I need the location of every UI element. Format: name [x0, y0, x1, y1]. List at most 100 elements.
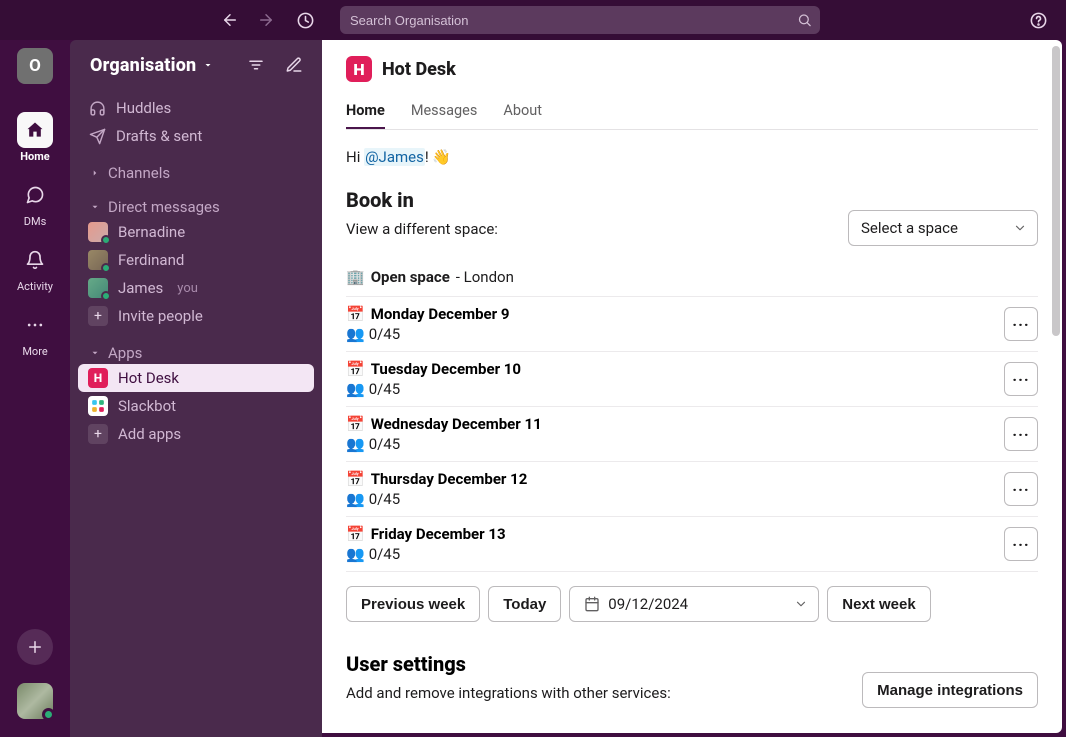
filter-button[interactable] [240, 49, 272, 81]
arrow-right-icon [257, 11, 275, 29]
more-horizontal-icon: ··· [1012, 370, 1029, 389]
calendar-icon: 📅 [346, 305, 365, 323]
search-input[interactable] [340, 6, 820, 34]
workspace-name[interactable]: Organisation [90, 55, 196, 76]
section-label: Apps [108, 344, 142, 362]
avatar [88, 278, 108, 298]
scrollbar-thumb[interactable] [1052, 46, 1060, 336]
dm-name: James [118, 279, 163, 297]
date-value: 09/12/2024 [608, 595, 688, 613]
day-row: 📅Wednesday December 11 👥0/45 ··· [346, 407, 1038, 462]
section-label: Direct messages [108, 198, 220, 216]
manage-integrations-button[interactable]: Manage integrations [862, 672, 1038, 708]
day-label: Friday December 13 [371, 525, 506, 543]
invite-people[interactable]: + Invite people [78, 302, 314, 330]
space-select[interactable]: Select a space [848, 210, 1038, 246]
add-apps[interactable]: + Add apps [78, 420, 314, 448]
dm-item[interactable]: Ferdinand [78, 246, 314, 274]
history-button[interactable] [292, 7, 318, 33]
scrollbar[interactable] [1050, 40, 1062, 733]
help-icon [1029, 11, 1048, 30]
people-icon: 👥 [346, 380, 365, 398]
day-count: 0/45 [369, 325, 400, 343]
day-list: 📅Monday December 9 👥0/45 ··· 📅Tuesday De… [346, 297, 1038, 572]
sidebar-item-drafts[interactable]: Drafts & sent [78, 122, 314, 150]
more-horizontal-icon: ··· [1012, 535, 1029, 554]
dm-item[interactable]: Bernadine [78, 218, 314, 246]
previous-week-button[interactable]: Previous week [346, 586, 480, 622]
day-actions-button[interactable]: ··· [1004, 527, 1038, 561]
day-count: 0/45 [369, 435, 400, 453]
hot-desk-app-icon: H [346, 56, 372, 82]
presence-indicator-icon [101, 263, 111, 273]
main-panel: H Hot Desk Home Messages About Hi @James… [322, 40, 1062, 733]
nav-forward-button[interactable] [254, 8, 278, 32]
greeting-suffix: ! 👋 [425, 148, 451, 166]
people-icon: 👥 [346, 545, 365, 563]
rail-item-dms[interactable]: DMs [5, 173, 65, 234]
next-week-button[interactable]: Next week [827, 586, 930, 622]
day-actions-button[interactable]: ··· [1004, 472, 1038, 506]
compose-icon [285, 56, 303, 74]
day-actions-button[interactable]: ··· [1004, 307, 1038, 341]
date-picker[interactable]: 09/12/2024 [569, 586, 819, 622]
chat-icon [25, 185, 45, 205]
calendar-icon: 📅 [346, 470, 365, 488]
more-horizontal-icon: ··· [1012, 425, 1029, 444]
workspace-rail: O Home DMs Activity More [0, 40, 70, 737]
rail-item-label: Activity [17, 280, 53, 293]
today-button[interactable]: Today [488, 586, 561, 622]
select-value: Select a space [861, 219, 958, 237]
space-line: 🏢 Open space - London [346, 268, 1038, 297]
sidebar-item-label: Add apps [118, 425, 181, 443]
sidebar-item-label: Drafts & sent [116, 127, 202, 145]
calendar-outline-icon [584, 596, 600, 612]
rail-item-label: More [22, 345, 47, 358]
rail-item-label: Home [20, 150, 49, 163]
app-item-slackbot[interactable]: Slackbot [78, 392, 314, 420]
search-icon [797, 13, 812, 28]
create-new-button[interactable] [17, 629, 53, 665]
chevron-down-icon [1013, 221, 1027, 235]
day-count: 0/45 [369, 545, 400, 563]
avatar [88, 250, 108, 270]
calendar-icon: 📅 [346, 360, 365, 378]
app-title: Hot Desk [382, 59, 456, 80]
day-label: Wednesday December 11 [371, 415, 542, 433]
compose-button[interactable] [278, 49, 310, 81]
workspace-switcher[interactable]: O [17, 48, 53, 84]
building-icon: 🏢 [346, 268, 365, 286]
day-row: 📅Monday December 9 👥0/45 ··· [346, 297, 1038, 352]
rail-item-more[interactable]: More [5, 303, 65, 364]
rail-item-label: DMs [24, 215, 47, 228]
dm-name: Bernadine [118, 223, 185, 241]
app-item-hot-desk[interactable]: H Hot Desk [78, 364, 314, 392]
chevron-down-icon [794, 597, 808, 611]
section-apps[interactable]: Apps [78, 338, 314, 364]
sidebar-item-huddles[interactable]: Huddles [78, 94, 314, 122]
sidebar-item-label: Invite people [118, 307, 203, 325]
channel-sidebar: Organisation Huddles [70, 40, 322, 737]
section-direct-messages[interactable]: Direct messages [78, 192, 314, 218]
day-actions-button[interactable]: ··· [1004, 362, 1038, 396]
tab-home[interactable]: Home [346, 94, 385, 129]
nav-back-button[interactable] [218, 8, 242, 32]
you-badge: you [177, 281, 198, 296]
tab-messages[interactable]: Messages [411, 94, 478, 129]
plus-icon [26, 638, 44, 656]
clock-icon [296, 11, 315, 30]
calendar-icon: 📅 [346, 525, 365, 543]
top-toolbar [0, 0, 1066, 40]
dm-item[interactable]: James you [78, 274, 314, 302]
rail-item-activity[interactable]: Activity [5, 238, 65, 299]
plus-icon: + [88, 424, 108, 444]
user-avatar[interactable] [17, 683, 53, 719]
people-icon: 👥 [346, 325, 365, 343]
rail-item-home[interactable]: Home [5, 108, 65, 169]
tab-about[interactable]: About [503, 94, 542, 129]
caret-down-icon [88, 202, 102, 212]
user-mention[interactable]: @James [364, 148, 425, 166]
day-actions-button[interactable]: ··· [1004, 417, 1038, 451]
help-button[interactable] [1026, 8, 1050, 32]
section-channels[interactable]: Channels [78, 158, 314, 184]
